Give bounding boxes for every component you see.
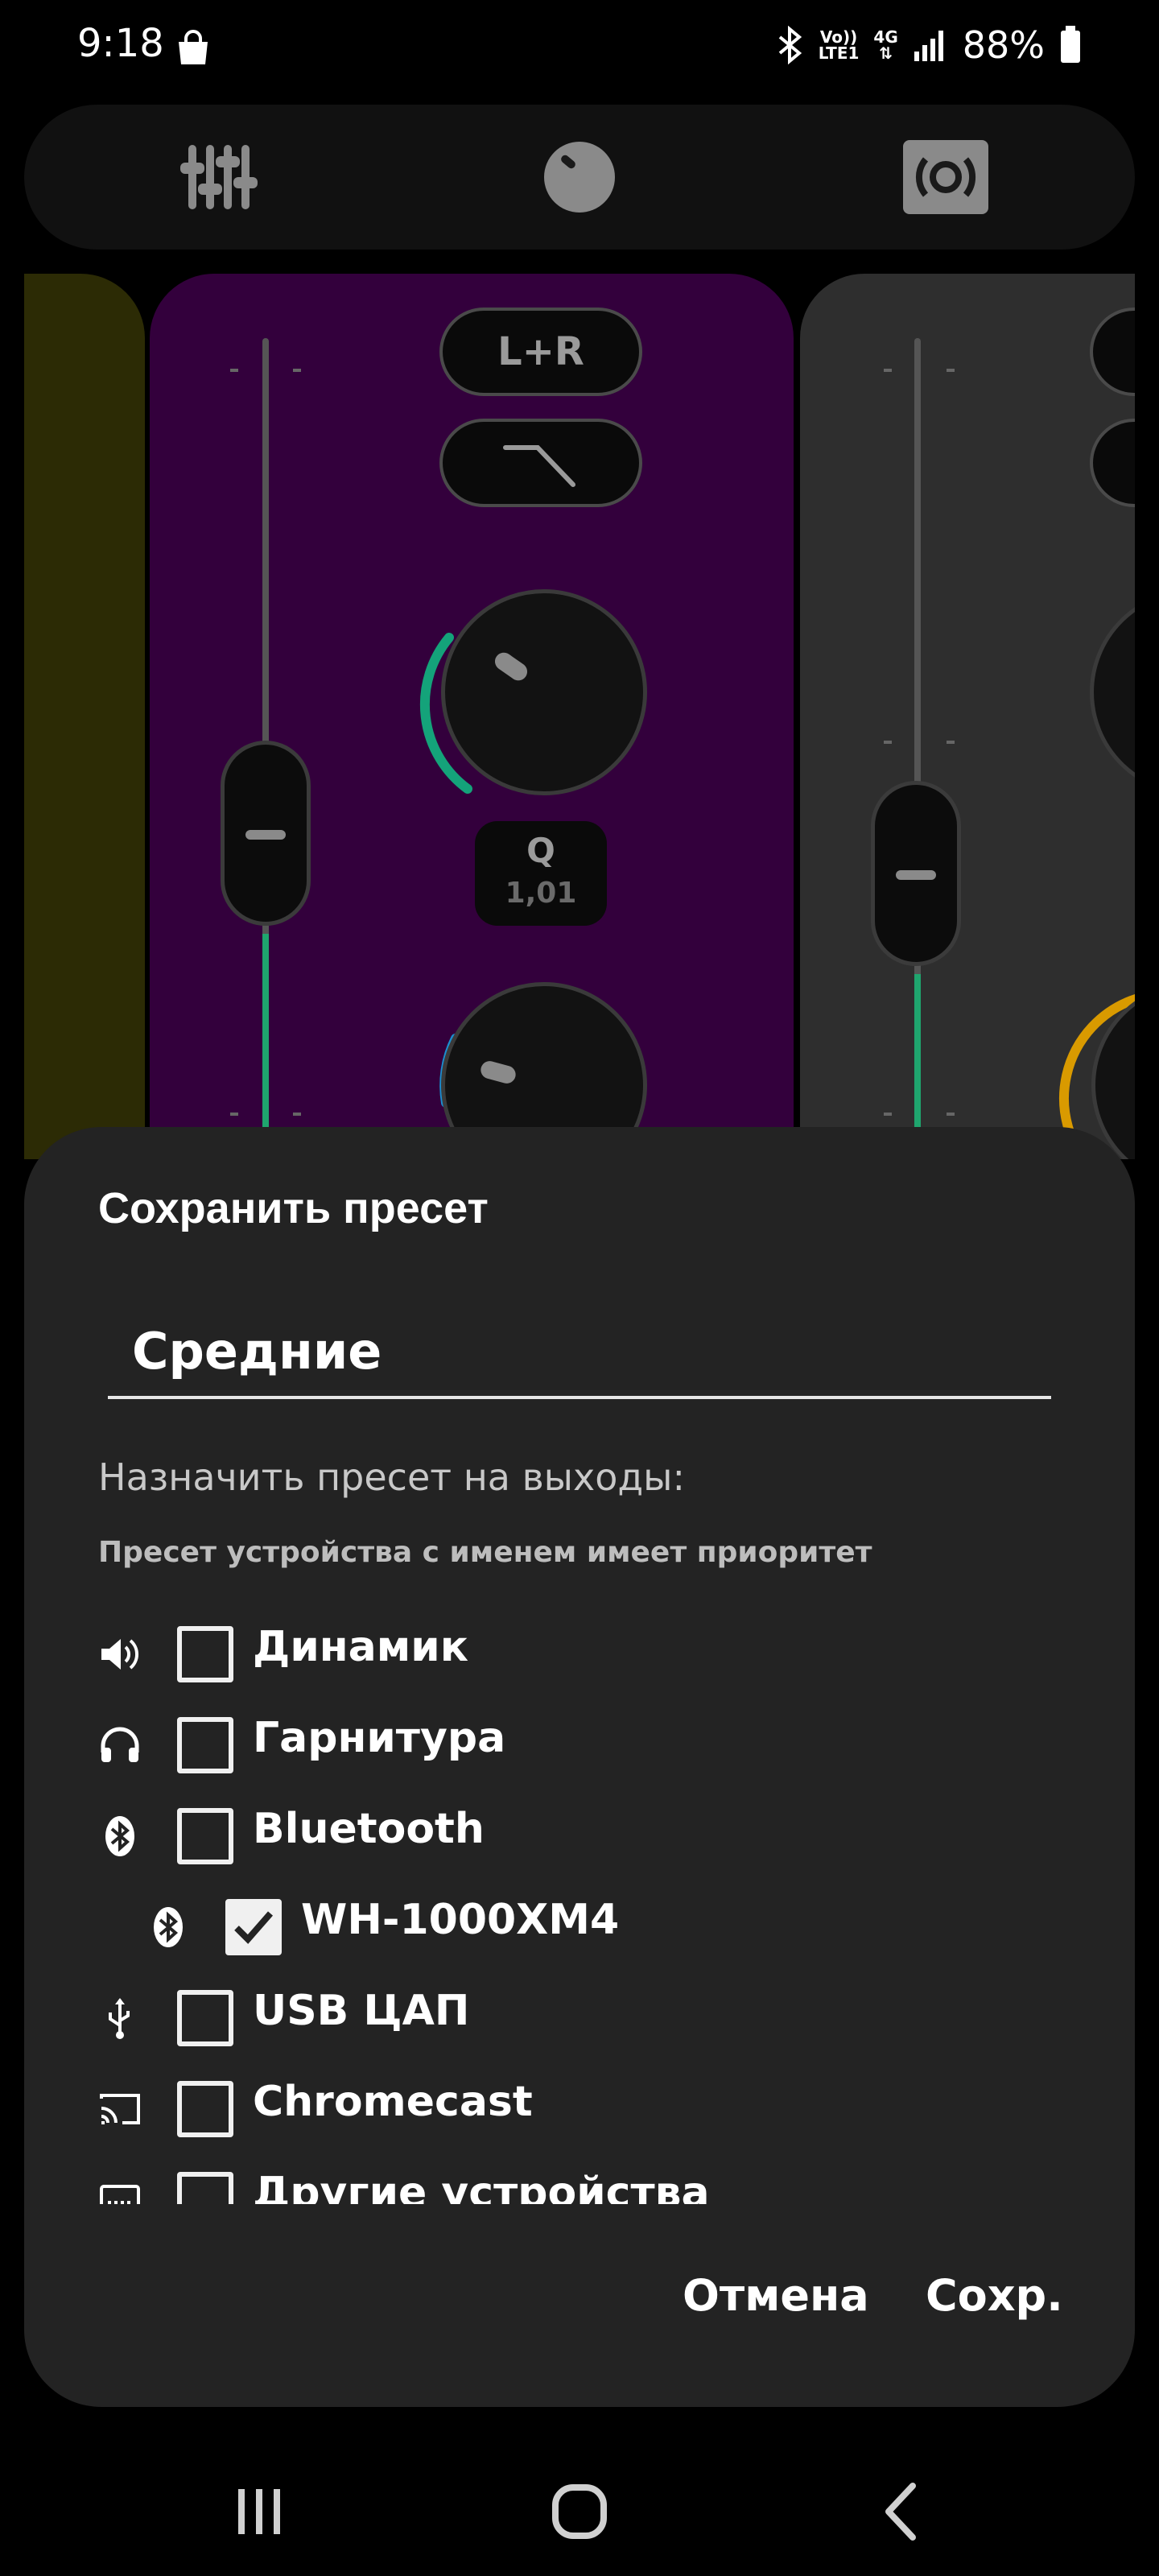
recent-apps-icon[interactable] bbox=[219, 2471, 299, 2552]
system-nav-bar bbox=[0, 2439, 1159, 2576]
output-checkbox[interactable] bbox=[177, 2081, 233, 2137]
headphones-icon bbox=[101, 1727, 139, 1762]
output-checkbox[interactable] bbox=[177, 1626, 233, 1682]
bluetooth-icon bbox=[154, 1907, 183, 1947]
cancel-button[interactable]: Отмена bbox=[683, 2270, 869, 2321]
output-label: Bluetooth bbox=[253, 1805, 485, 1853]
output-checkbox[interactable] bbox=[177, 2172, 233, 2204]
output-row-wh-1000xm4[interactable]: WH-1000XM4 bbox=[24, 1883, 1135, 1963]
home-icon[interactable] bbox=[539, 2471, 620, 2552]
output-label: Другие устройства bbox=[253, 2169, 710, 2204]
output-row-bluetooth[interactable]: Bluetooth bbox=[24, 1792, 1135, 1872]
usb-icon bbox=[109, 1998, 130, 2039]
priority-note: Пресет устройства с именем имеет приорит… bbox=[98, 1536, 872, 1569]
back-icon[interactable] bbox=[863, 2471, 943, 2552]
output-label: Гарнитура bbox=[253, 1714, 506, 1762]
output-label: Динамик bbox=[253, 1623, 468, 1671]
output-checkbox[interactable] bbox=[177, 1717, 233, 1773]
output-row-chromecast[interactable]: Chromecast bbox=[24, 2065, 1135, 2145]
cast-icon bbox=[100, 2094, 140, 2124]
save-button[interactable]: Сохр. bbox=[926, 2270, 1063, 2321]
output-checkbox[interactable] bbox=[177, 1808, 233, 1864]
output-checkbox[interactable] bbox=[177, 1990, 233, 2046]
output-label: WH-1000XM4 bbox=[301, 1896, 620, 1944]
output-row-headset[interactable]: Гарнитура bbox=[24, 1701, 1135, 1781]
output-label: USB ЦАП bbox=[253, 1987, 470, 2035]
output-row-usb-dac[interactable]: USB ЦАП bbox=[24, 1974, 1135, 2054]
assign-outputs-label: Назначить пресет на выходы: bbox=[98, 1455, 685, 1499]
output-checkbox-checked[interactable] bbox=[225, 1899, 282, 1955]
save-preset-dialog: Сохранить пресет Назначить пресет на вых… bbox=[24, 1127, 1135, 2407]
output-row-other-devices[interactable]: Другие устройства bbox=[24, 2156, 1135, 2204]
output-row-speaker[interactable]: Динамик bbox=[24, 1610, 1135, 1690]
check-icon bbox=[234, 1911, 274, 1944]
output-label: Chromecast bbox=[253, 2078, 533, 2126]
speaker-icon bbox=[101, 1639, 139, 1670]
preset-name-input[interactable] bbox=[108, 1306, 1051, 1399]
bluetooth-icon bbox=[105, 1816, 134, 1856]
dialog-title: Сохранить пресет bbox=[98, 1184, 489, 1232]
other-device-icon bbox=[100, 2185, 140, 2204]
